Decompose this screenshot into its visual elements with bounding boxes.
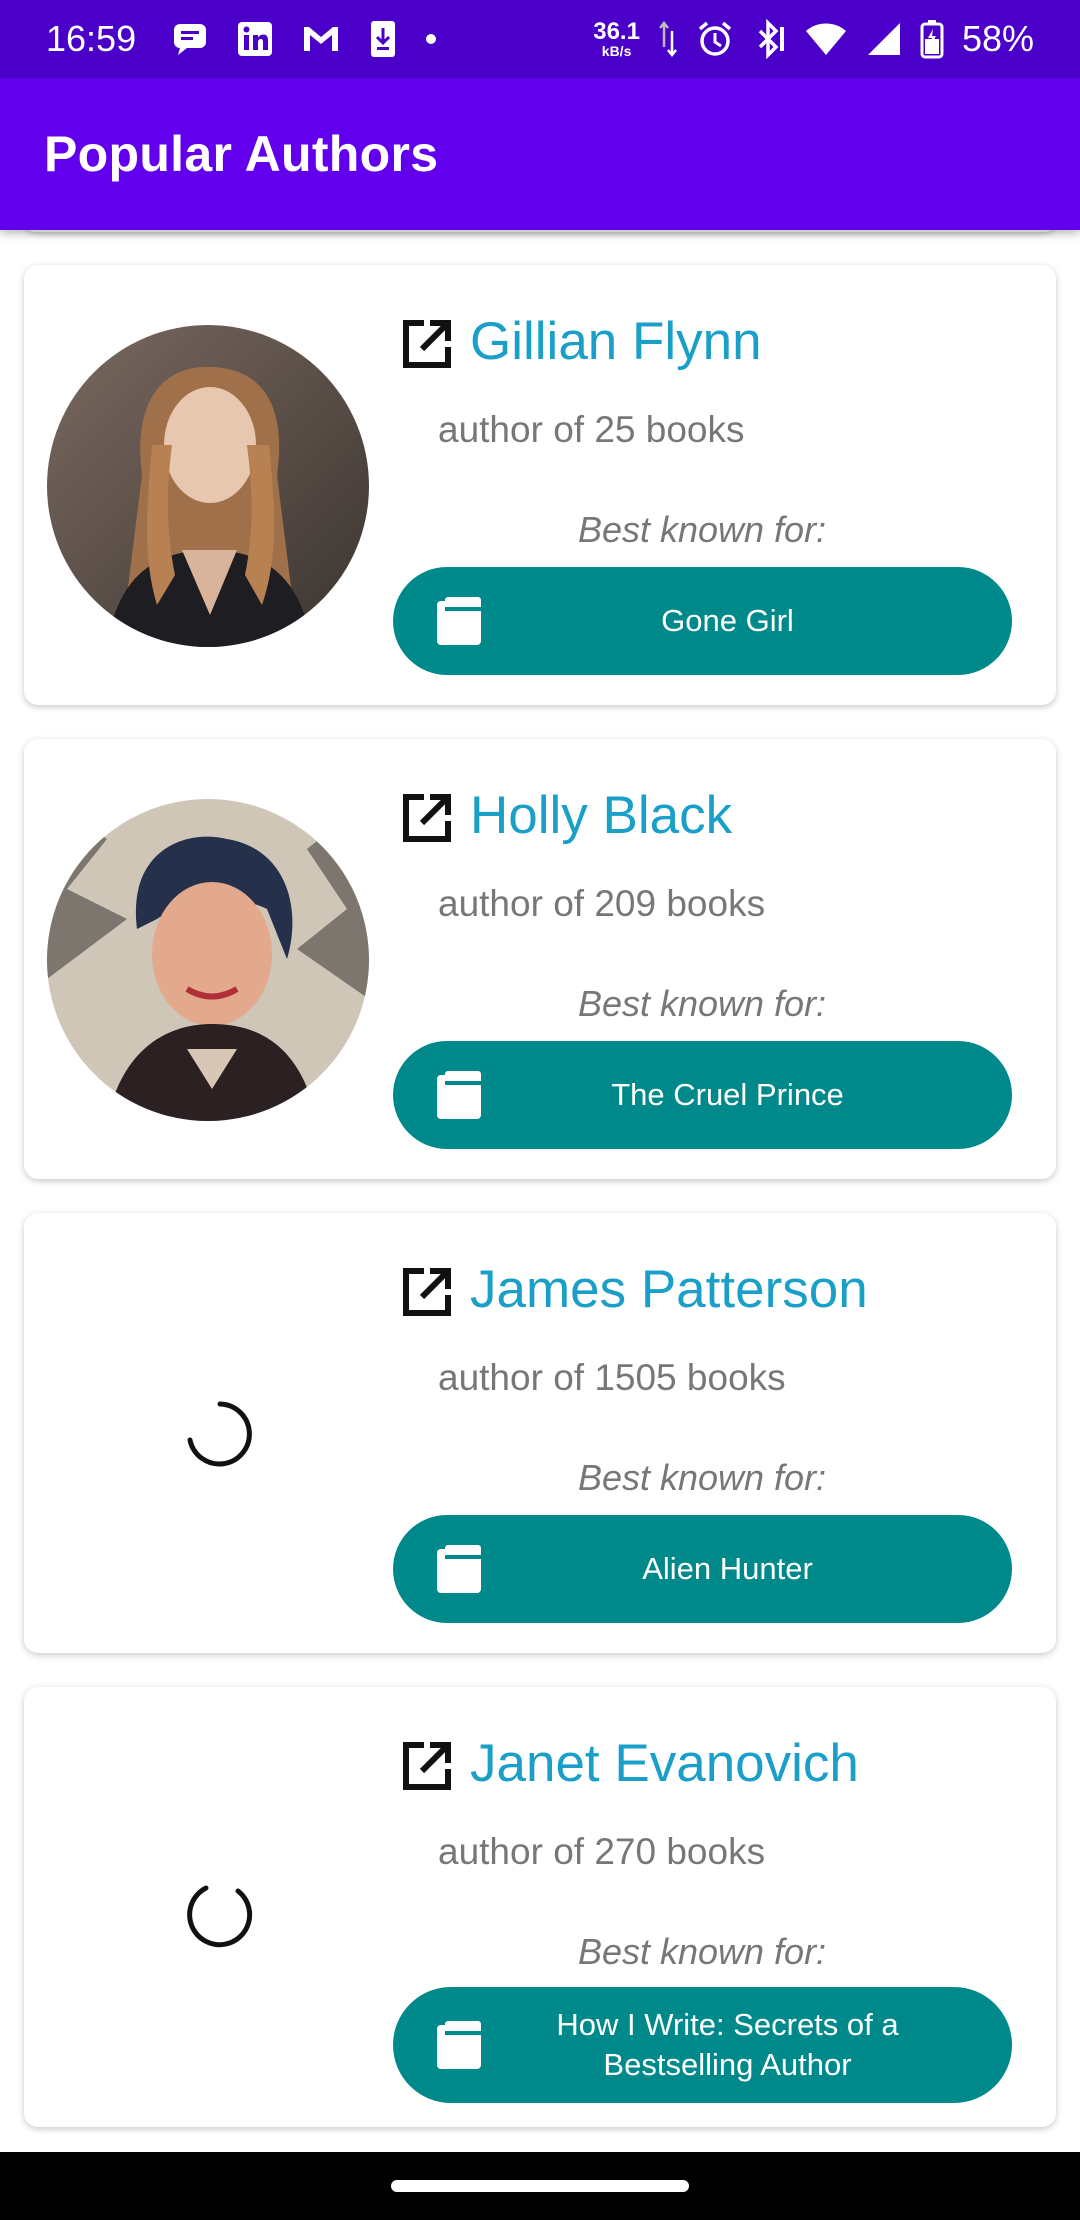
author-name[interactable]: Gillian Flynn <box>470 311 762 372</box>
open-external-icon[interactable] <box>398 791 454 847</box>
alarm-icon <box>696 20 734 58</box>
author-name[interactable]: Janet Evanovich <box>470 1733 859 1794</box>
dot-icon <box>424 32 438 46</box>
open-external-icon[interactable] <box>398 1739 454 1795</box>
bluetooth-icon <box>752 19 786 59</box>
net-speed: 36.1 kB/s <box>593 18 640 59</box>
best-known-book-button[interactable]: Gone Girl <box>393 567 1012 675</box>
data-arrows-icon <box>658 19 678 59</box>
author-card[interactable]: James Patterson author of 1505 books Bes… <box>24 1213 1056 1653</box>
best-known-label: Best known for: <box>577 1457 827 1498</box>
author-list[interactable]: Gillian Flynn author of 25 books Best kn… <box>0 230 1080 2152</box>
wifi-icon <box>804 21 848 57</box>
book-icon <box>435 1069 483 1121</box>
loading-spinner <box>184 1879 256 1951</box>
author-card[interactable]: Holly Black author of 209 books Best kno… <box>24 739 1056 1179</box>
signal-icon <box>866 21 902 57</box>
home-gesture-handle[interactable] <box>391 2180 689 2192</box>
status-bar: 16:59 36.1 kB/s 58% <box>0 0 1080 78</box>
book-icon <box>435 1543 483 1595</box>
book-title: Gone Girl <box>661 603 794 638</box>
app-bar: Popular Authors <box>0 78 1080 230</box>
book-icon <box>435 595 483 647</box>
book-title: How I Write: Secrets of a Bestselling Au… <box>556 2007 899 2082</box>
book-count: author of 270 books <box>438 1831 766 1872</box>
open-external-icon[interactable] <box>398 317 454 373</box>
book-title: The Cruel Prince <box>611 1077 844 1112</box>
status-time: 16:59 <box>46 18 137 59</box>
book-count: author of 25 books <box>438 409 745 450</box>
loading-spinner <box>184 1398 256 1470</box>
linkedin-icon <box>236 20 274 58</box>
author-photo <box>47 325 369 647</box>
best-known-book-button[interactable]: Alien Hunter <box>393 1515 1012 1623</box>
battery-percent: 58% <box>961 18 1034 59</box>
page-title: Popular Authors <box>44 126 439 182</box>
best-known-label: Best known for: <box>577 509 827 550</box>
open-external-icon[interactable] <box>398 1265 454 1321</box>
book-icon <box>435 2019 483 2071</box>
battery-icon <box>920 19 944 59</box>
best-known-book-button[interactable]: How I Write: Secrets of a Bestselling Au… <box>393 1987 1012 2103</box>
previous-card-edge <box>24 230 1056 232</box>
best-known-label: Best known for: <box>577 1931 827 1972</box>
author-name[interactable]: James Patterson <box>470 1259 868 1320</box>
author-card[interactable]: Gillian Flynn author of 25 books Best kn… <box>24 265 1056 705</box>
system-nav-bar <box>0 2152 1080 2220</box>
download-icon <box>368 19 398 59</box>
gmail-icon <box>300 23 342 55</box>
best-known-book-button[interactable]: The Cruel Prince <box>393 1041 1012 1149</box>
author-photo <box>47 799 369 1121</box>
book-title: Alien Hunter <box>642 1551 813 1586</box>
book-count: author of 209 books <box>438 883 766 924</box>
author-name[interactable]: Holly Black <box>470 785 732 846</box>
best-known-label: Best known for: <box>577 983 827 1024</box>
messages-icon <box>170 21 210 57</box>
author-card[interactable]: Janet Evanovich author of 270 books Best… <box>24 1687 1056 2127</box>
book-count: author of 1505 books <box>438 1357 786 1398</box>
